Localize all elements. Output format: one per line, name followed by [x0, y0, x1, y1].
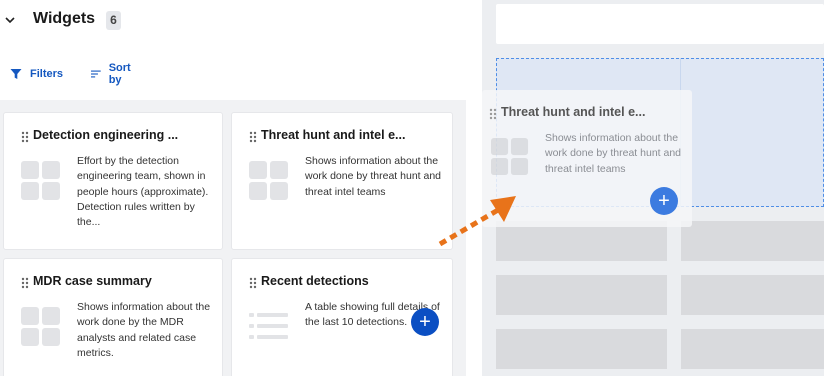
empty-widget-slot[interactable] [681, 329, 824, 369]
drag-handle-icon[interactable] [21, 131, 29, 143]
empty-widget-slot[interactable] [496, 329, 667, 369]
panel-title: Widgets [33, 10, 96, 27]
widget-card-title: MDR case summary [33, 274, 152, 288]
filter-icon [10, 69, 22, 79]
drag-handle-icon[interactable] [489, 108, 497, 120]
widget-card-title: Detection engineering ... [33, 128, 179, 142]
sort-icon [91, 70, 101, 78]
widget-card-description: Effort by the detection engineering team… [77, 155, 209, 229]
grid-widget-icon [21, 161, 60, 200]
widget-card-detection-engineering[interactable]: Detection engineering ... Effort by the … [3, 112, 223, 250]
filters-label: Filters [30, 68, 64, 80]
empty-widget-slot[interactable] [681, 275, 824, 315]
widget-card-title: Threat hunt and intel e... [261, 128, 406, 142]
ghost-description: Shows information about the work done by… [545, 132, 682, 175]
widget-card-description: Shows information about the work done by… [305, 155, 442, 198]
grid-widget-icon [491, 138, 529, 176]
panel-header: Widgets 6 [0, 0, 482, 42]
ghost-title: Threat hunt and intel e... [501, 105, 646, 119]
drag-handle-icon[interactable] [21, 277, 29, 289]
chevron-down-icon[interactable] [4, 14, 16, 26]
dashboard-header-slot [496, 4, 824, 44]
widget-card-title: Recent detections [261, 274, 369, 288]
ghost-add-button: + [650, 187, 678, 215]
widget-count-badge: 6 [106, 11, 121, 30]
widget-card-description: Shows information about the work done by… [77, 301, 211, 359]
list-widget-icon [249, 313, 288, 339]
widgets-panel: Widgets 6 Filters Sort by Detection engi… [0, 0, 482, 376]
empty-widget-slot[interactable] [681, 221, 824, 261]
sort-by-label: Sort by [108, 62, 131, 86]
filters-button[interactable]: Filters [10, 62, 63, 86]
sort-by-button[interactable]: Sort by [91, 62, 135, 86]
grid-widget-icon [249, 161, 288, 200]
drag-handle-icon[interactable] [249, 131, 257, 143]
widget-list: Detection engineering ... Effort by the … [0, 100, 466, 376]
drag-handle-icon[interactable] [249, 277, 257, 289]
widget-card-mdr-case-summary[interactable]: MDR case summary Shows information about… [3, 258, 223, 376]
grid-widget-icon [21, 307, 60, 346]
drag-direction-arrow-icon [438, 196, 516, 247]
add-widget-button[interactable]: + [411, 308, 439, 336]
empty-widget-slot[interactable] [496, 275, 667, 315]
widget-card-threat-hunt[interactable]: Threat hunt and intel e... Shows informa… [231, 112, 453, 250]
